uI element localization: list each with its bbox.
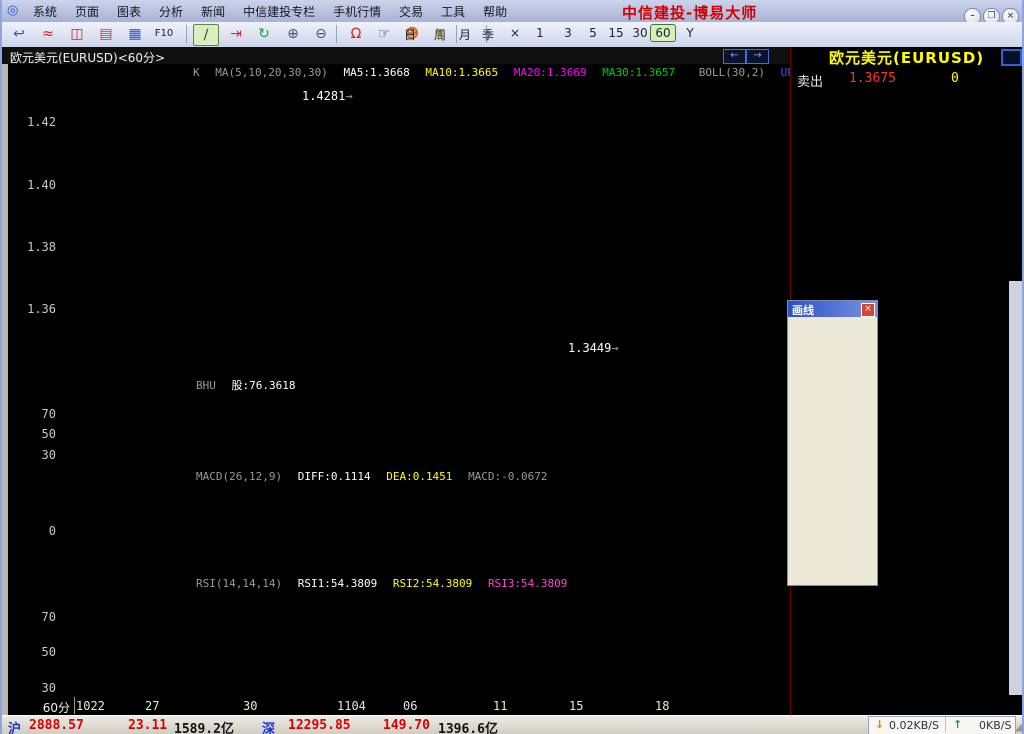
- macd-legend: MACD(26,12,9) DIFF:0.1114 DEA:0.1451 MAC…: [196, 470, 557, 483]
- legend-rsi1: RSI1:54.3809: [298, 577, 377, 590]
- y-tick-label: 70: [4, 407, 56, 421]
- y-tick-label: 50: [4, 427, 56, 441]
- x-tick-label: 1104: [337, 699, 366, 713]
- rsi-legend: RSI(14,14,14) RSI1:54.3809 RSI2:54.3809 …: [196, 577, 576, 590]
- window-frame-left: [0, 0, 2, 734]
- x-tick-label: 1022: [76, 699, 105, 713]
- x-tick-label: 06: [403, 699, 417, 713]
- y-tick-label: 50: [4, 645, 56, 659]
- legend-ma10: MA10:1.3665: [425, 66, 498, 79]
- x-tick-label: 15: [569, 699, 583, 713]
- y-tick-label: 1.42: [4, 115, 56, 129]
- legend-rsi2: RSI2:54.3809: [393, 577, 472, 590]
- y-tick-label: 30: [4, 681, 56, 695]
- quote-row-卖出: 卖出 1.3675 0: [791, 69, 1024, 89]
- y-tick-label: 1.36: [4, 302, 56, 316]
- low-annotation: 1.3449→: [568, 341, 619, 355]
- y-tick-label: 70: [4, 610, 56, 624]
- x-tick-label: 18: [655, 699, 669, 713]
- draw-toolbar-titlebar[interactable]: 画线 ×: [788, 301, 877, 317]
- high-annotation: 1.4281→: [302, 89, 353, 103]
- bhu-legend: BHU 股:76.3618: [196, 377, 304, 393]
- legend-bhu-value: 股:76.3618: [232, 379, 296, 392]
- x-tick-label: 11: [493, 699, 507, 713]
- legend-boll: BOLL(30,2): [699, 66, 765, 79]
- y-tick-label: 1.38: [4, 240, 56, 254]
- x-axis-row: 60分 1022 27 30 1104 06 11 15 18: [8, 697, 790, 714]
- quote-title-row: 欧元美元(EURUSD): [791, 47, 1024, 64]
- axis-divider: [74, 697, 75, 714]
- legend-ma: MA(5,10,20,30,30): [215, 66, 328, 79]
- legend-ma5: MA5:1.3668: [343, 66, 409, 79]
- x-tick-label: 30: [243, 699, 257, 713]
- quote-symbol-title: 欧元美元(EURUSD): [829, 47, 984, 68]
- quote-panel-button[interactable]: [1001, 49, 1022, 66]
- quote-qty: 0: [951, 71, 959, 86]
- legend-macd: MACD(26,12,9): [196, 470, 282, 483]
- app-window: ◎ 系统页面图表分析新闻中信建投专栏手机行情交易工具帮助 中信建投-博易大师 –…: [0, 0, 1024, 734]
- legend-ma20: MA20:1.3669: [514, 66, 587, 79]
- legend-bhu: BHU: [196, 379, 216, 392]
- legend-rsi3: RSI3:54.3809: [488, 577, 567, 590]
- legend-ma30: MA30:1.3657: [602, 66, 675, 79]
- quote-label: 卖出: [797, 71, 823, 90]
- y-tick-label: 30: [4, 448, 56, 462]
- legend-macd-value: MACD:-0.0672: [468, 470, 547, 483]
- draw-toolbar-title: 画线: [792, 302, 814, 318]
- legend-diff: DIFF:0.1114: [298, 470, 371, 483]
- legend-k: K: [193, 66, 200, 79]
- y-tick-label: 0: [4, 524, 56, 538]
- draw-toolbar-close-icon[interactable]: ×: [861, 303, 875, 317]
- legend-rsi: RSI(14,14,14): [196, 577, 282, 590]
- legend-dea: DEA:0.1451: [386, 470, 452, 483]
- period-label: 60分: [8, 699, 70, 716]
- x-tick-label: 27: [145, 699, 159, 713]
- y-tick-label: 1.40: [4, 178, 56, 192]
- draw-toolbar: 画线 ×: [787, 300, 878, 586]
- quote-value: 1.3675: [831, 71, 896, 86]
